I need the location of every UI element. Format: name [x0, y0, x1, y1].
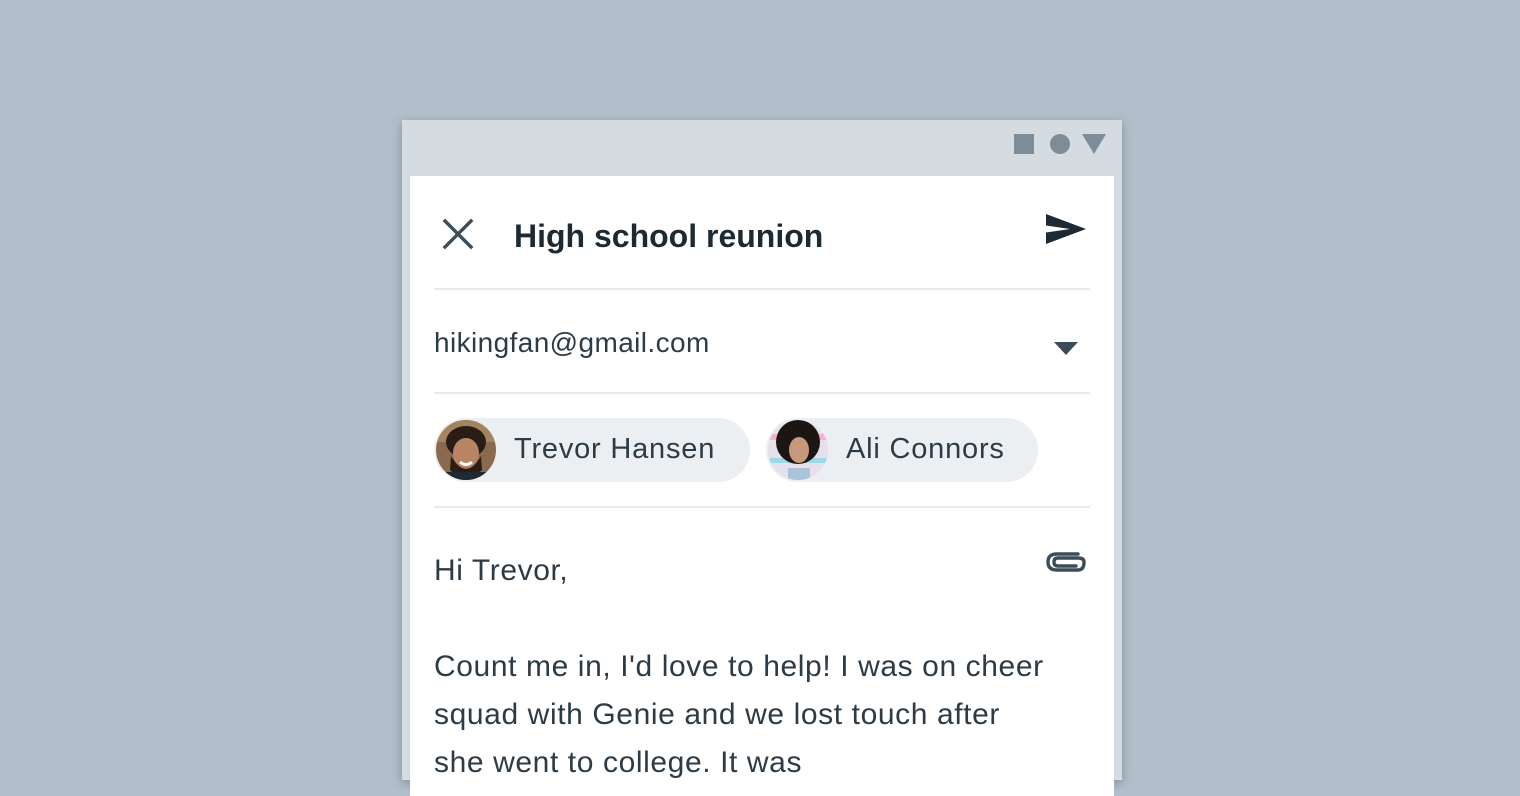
circle-icon[interactable] — [1050, 134, 1070, 154]
message-paragraph: Count me in, I'd love to help! I was on … — [434, 650, 1044, 779]
close-button[interactable] — [440, 216, 476, 252]
app-window: High school reunion hikingfan@gmail.com — [402, 120, 1122, 796]
close-icon — [442, 218, 474, 250]
recipient-chip-trevor[interactable]: Trevor Hansen — [434, 418, 750, 482]
square-icon[interactable] — [1014, 134, 1034, 154]
avatar-ali — [768, 420, 828, 480]
message-body[interactable]: Hi Trevor, Count me in, I'd love to help… — [434, 547, 1054, 787]
triangle-icon[interactable] — [1082, 134, 1106, 154]
subject-title[interactable]: High school reunion — [514, 218, 823, 255]
from-address: hikingfan@gmail.com — [434, 327, 710, 358]
send-icon — [1046, 214, 1086, 244]
send-button[interactable] — [1042, 210, 1090, 256]
recipients-divider — [434, 506, 1090, 508]
avatar-trevor — [436, 420, 496, 480]
message-greeting: Hi Trevor, — [434, 554, 569, 587]
recipient-chip-ali[interactable]: Ali Connors — [766, 418, 1038, 482]
recipient-name: Ali Connors — [846, 433, 1005, 465]
from-divider — [434, 392, 1090, 394]
window-titlebar — [402, 120, 1122, 168]
recipient-name: Trevor Hansen — [514, 433, 716, 465]
header-divider — [434, 288, 1090, 290]
compose-card: High school reunion hikingfan@gmail.com — [410, 176, 1114, 796]
from-account-select[interactable]: hikingfan@gmail.com — [434, 318, 1090, 374]
chevron-down-icon[interactable] — [1054, 342, 1078, 355]
